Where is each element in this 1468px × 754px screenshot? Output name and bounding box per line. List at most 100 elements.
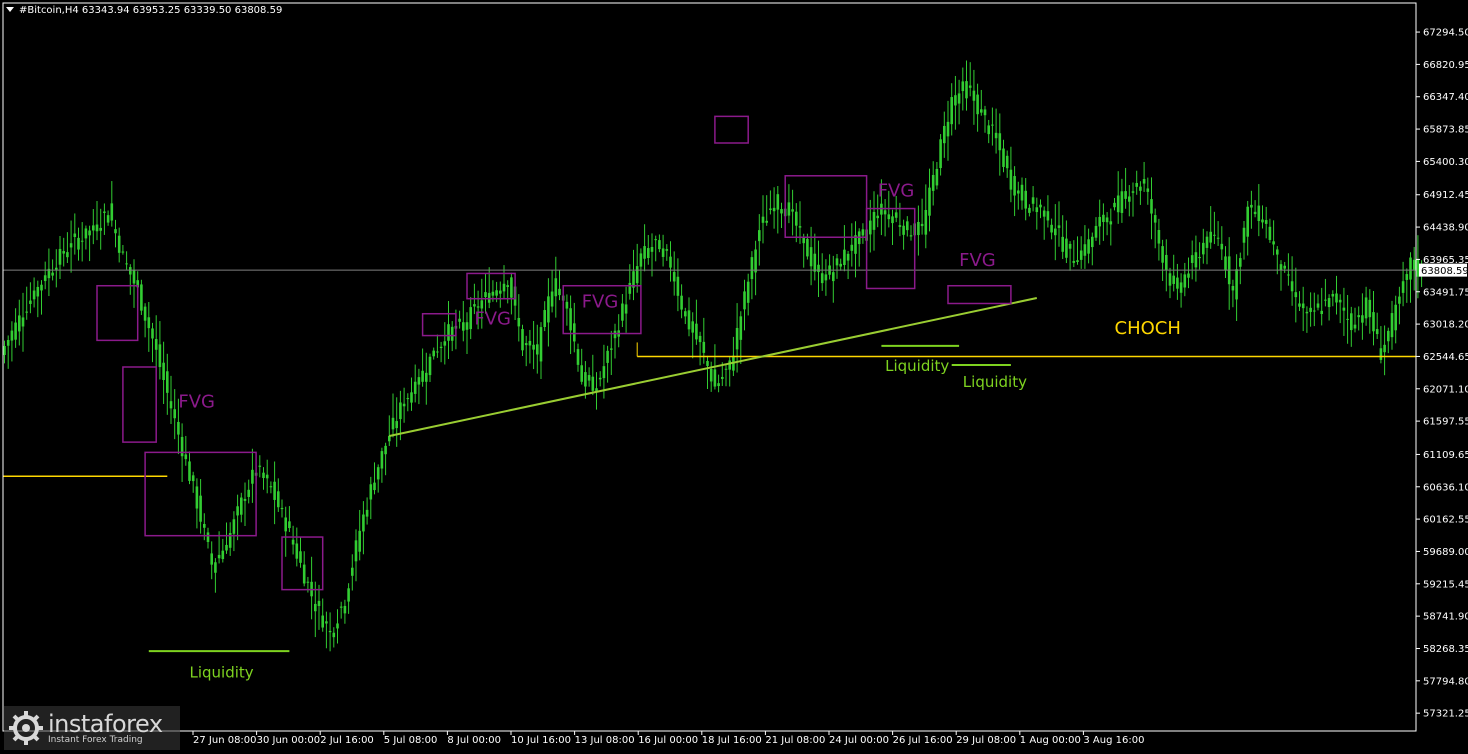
candle-body — [380, 451, 384, 469]
time-tick-label: 29 Jul 08:00 — [956, 735, 1016, 746]
candle-body — [643, 246, 646, 259]
candle-body — [980, 109, 983, 113]
candle-body — [1098, 216, 1101, 227]
candle-body — [1057, 225, 1061, 228]
candle-body — [1187, 273, 1190, 278]
price-tick-label: 62071.10 — [1423, 384, 1468, 395]
candle-body — [765, 220, 768, 223]
candle-body — [772, 207, 776, 212]
candle-body — [66, 252, 69, 258]
candle-body — [1294, 292, 1298, 298]
candle-body — [140, 284, 143, 311]
candle-body — [524, 343, 528, 346]
candle-body — [1331, 293, 1335, 297]
candle-body — [1287, 274, 1290, 276]
candle-body — [1335, 293, 1338, 303]
candle-body — [787, 202, 791, 216]
trading-chart[interactable]: 63808.59 CHOCH FVG FVG FVG FVG FVG Liquidity Liq… — [0, 0, 1468, 750]
candle-body — [158, 344, 162, 368]
candle-body — [169, 401, 173, 409]
candle-body — [665, 249, 669, 251]
candle-body — [558, 288, 561, 296]
candle-body — [129, 267, 132, 275]
candle-body — [1276, 249, 1279, 255]
time-tick-label: 18 Jul 16:00 — [702, 735, 762, 746]
candle-body — [425, 372, 428, 382]
candle-body — [1068, 243, 1072, 249]
candle-body — [676, 276, 680, 296]
time-tick-label: 3 Aug 16:00 — [1083, 735, 1144, 746]
candle-body — [258, 465, 262, 467]
symbol-header[interactable]: #Bitcoin,H4 63343.94 63953.25 63339.50 6… — [6, 5, 282, 16]
candle-body — [754, 249, 757, 273]
candle-body — [976, 94, 979, 115]
candle-body — [1042, 210, 1046, 217]
candle-body — [802, 237, 805, 244]
candle-body — [543, 310, 546, 327]
candle-body — [750, 257, 754, 280]
candle-body — [358, 530, 361, 552]
candle-body — [998, 133, 1002, 151]
candle-body — [173, 409, 176, 419]
candle-body — [928, 187, 931, 216]
candle-body — [106, 215, 110, 223]
fvg-box — [784, 175, 868, 238]
candle-body — [1353, 324, 1357, 329]
candle-body — [247, 489, 250, 497]
candle-body — [961, 81, 965, 92]
candle-body — [262, 472, 265, 478]
candle-body — [354, 540, 358, 562]
candle-body — [946, 121, 950, 137]
candle-body — [702, 341, 706, 353]
candle-body — [1394, 304, 1397, 331]
candle-body — [957, 93, 961, 104]
candle-body — [92, 225, 95, 231]
candle-body — [939, 139, 942, 169]
candle-body — [1290, 281, 1294, 292]
candle-body — [872, 211, 876, 230]
candle-body — [21, 317, 25, 327]
time-tick-label: 26 Jul 16:00 — [893, 735, 953, 746]
candle-body — [809, 247, 813, 267]
candle-body — [1157, 230, 1161, 244]
candle-body — [591, 376, 595, 391]
candle-body — [931, 174, 935, 191]
candle-body — [43, 275, 47, 282]
candlestick-chart-canvas[interactable]: 63808.59 CHOCH FVG FVG FVG FVG FVG Liquidity Liq… — [0, 0, 1468, 750]
candle-body — [40, 284, 43, 291]
candle-body — [1028, 207, 1031, 213]
candle-body — [761, 216, 765, 223]
candle-body — [1135, 183, 1138, 187]
candle-body — [413, 381, 417, 394]
candle-body — [332, 632, 336, 638]
candle-body — [1409, 257, 1412, 280]
liquidity-label: Liquidity — [885, 357, 949, 375]
candle-body — [1113, 202, 1116, 208]
candle-body — [306, 581, 310, 583]
dropdown-icon[interactable] — [6, 7, 14, 12]
candle-body — [77, 237, 80, 250]
candle-body — [1142, 179, 1146, 184]
candle-body — [1231, 285, 1235, 291]
fvg-label: FVG — [474, 309, 511, 330]
time-tick-label: 1 Aug 00:00 — [1020, 735, 1081, 746]
choch-label: CHOCH — [1115, 318, 1181, 339]
candle-body — [832, 272, 835, 282]
price-tick-label: 65400.30 — [1423, 157, 1468, 168]
candle-body — [528, 340, 532, 346]
candle-body — [1046, 211, 1050, 221]
candle-body — [1190, 255, 1194, 263]
candle-body — [143, 306, 147, 321]
candle-body — [495, 290, 498, 296]
candle-body — [288, 521, 291, 529]
candle-body — [1368, 299, 1372, 318]
candle-body — [647, 248, 650, 258]
time-tick-label: 8 Jul 00:00 — [447, 735, 501, 746]
candle-body — [602, 366, 606, 379]
candle-body — [299, 551, 302, 563]
candle-body — [384, 445, 387, 455]
candle-body — [491, 291, 495, 296]
candle-body — [191, 475, 195, 482]
candle-body — [1235, 269, 1238, 300]
candle-body — [1301, 303, 1305, 309]
